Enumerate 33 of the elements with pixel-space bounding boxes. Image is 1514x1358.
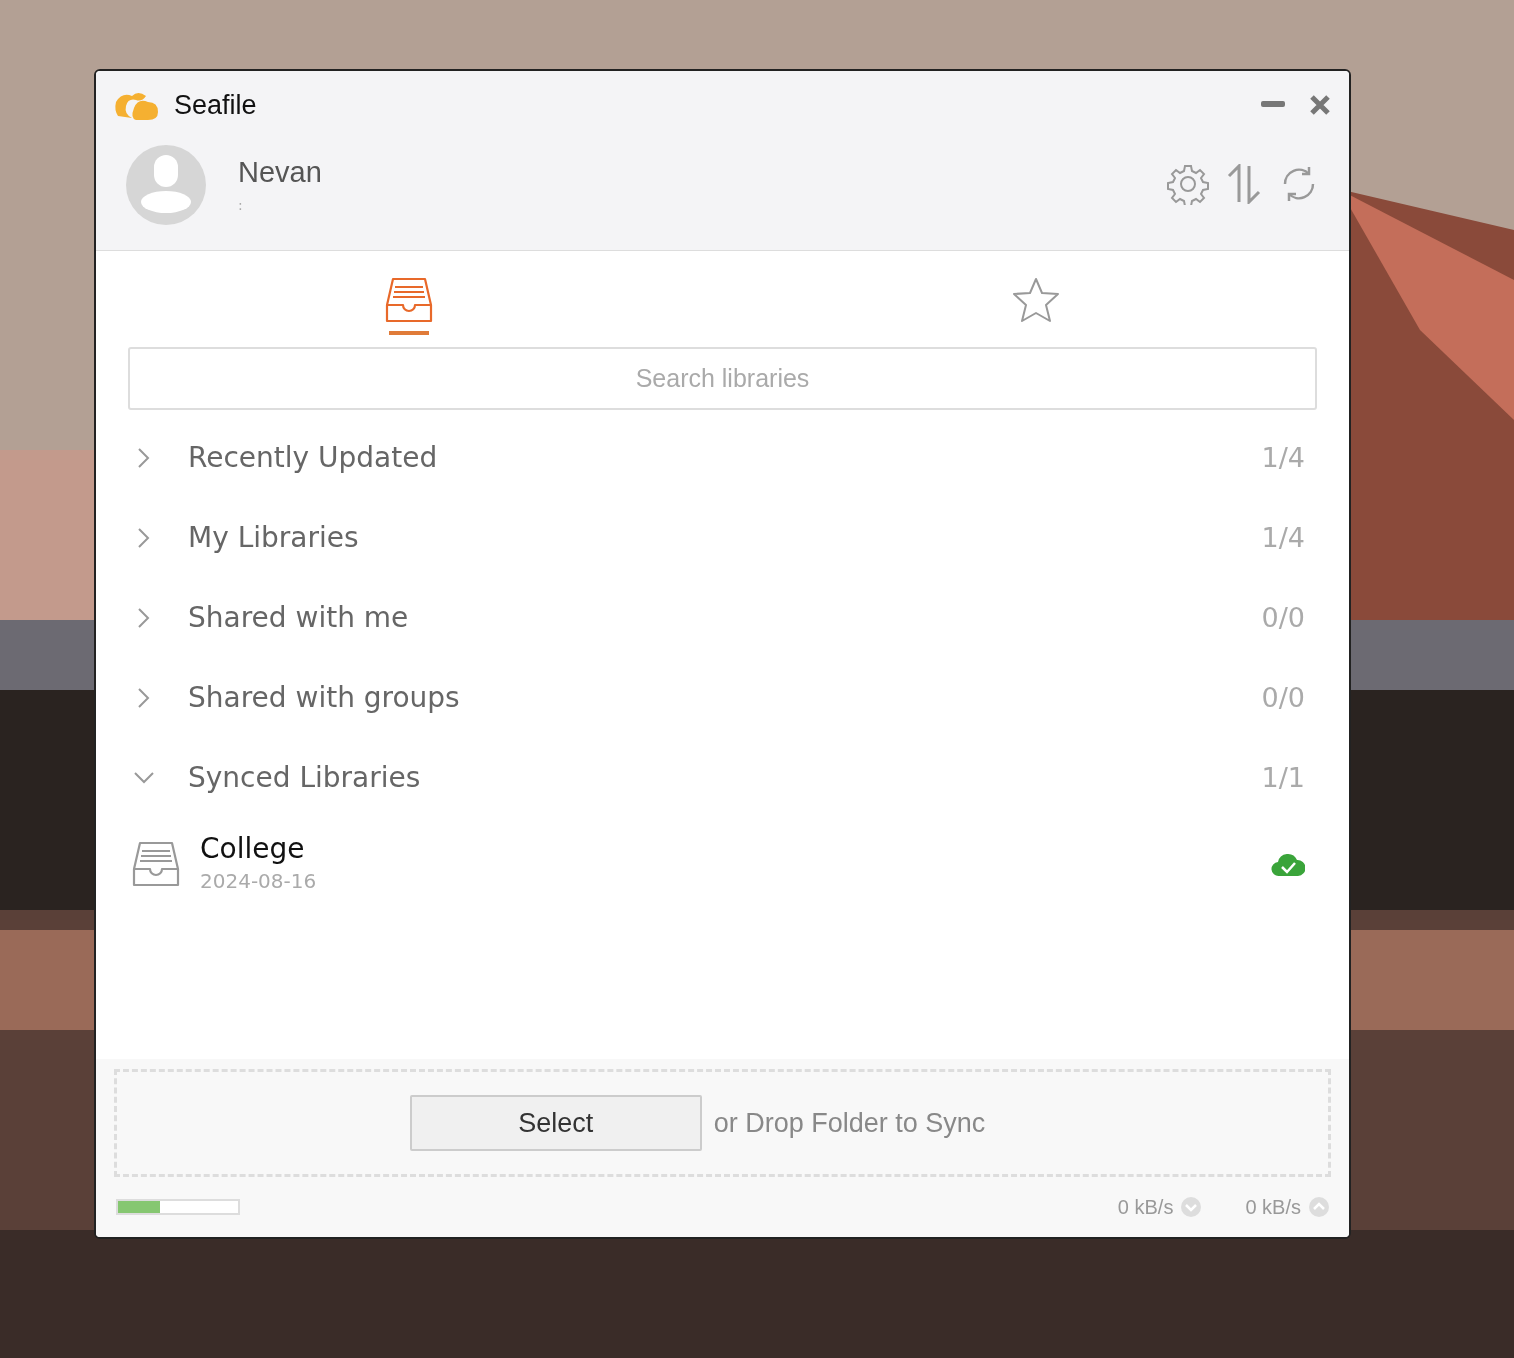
download-icon — [1181, 1197, 1202, 1217]
category-row[interactable]: Recently Updated 1/4 — [96, 418, 1349, 498]
window-title: Seafile — [174, 88, 257, 122]
select-button[interactable]: Select — [409, 1095, 702, 1151]
drop-hint: or Drop Folder to Sync — [713, 1106, 986, 1140]
library-name[interactable]: College — [200, 832, 1271, 866]
category-count: 1/4 — [1261, 520, 1305, 555]
category-count: 1/4 — [1261, 440, 1305, 475]
category-count: 0/0 — [1261, 600, 1305, 635]
upload-rate: 0 kB/s — [1245, 1195, 1301, 1220]
category-count: 1/1 — [1261, 760, 1305, 795]
category-count: 0/0 — [1261, 680, 1305, 715]
category-label: Shared with groups — [188, 680, 461, 716]
minimize-button[interactable] — [1261, 101, 1285, 109]
category-row[interactable]: Shared with me 0/0 — [96, 578, 1349, 658]
account-server: : — [238, 195, 244, 215]
category-label: Recently Updated — [188, 440, 439, 476]
account-name: Nevan — [238, 155, 322, 190]
library-icon — [132, 841, 180, 887]
upload-icon — [1309, 1197, 1329, 1217]
search-field[interactable]: Search libraries — [128, 347, 1317, 410]
library-date: 2024-08-16 — [200, 867, 318, 895]
category-label: My Libraries — [188, 520, 360, 556]
category-row[interactable]: Shared with groups 0/0 — [96, 658, 1349, 738]
category-row[interactable]: My Libraries 1/4 — [96, 498, 1349, 578]
download-rate: 0 kB/s — [1117, 1195, 1174, 1220]
category-label: Synced Libraries — [188, 760, 422, 796]
category-row[interactable]: Synced Libraries 1/1 — [96, 738, 1349, 818]
avatar-icon — [126, 145, 206, 225]
settings-button[interactable] — [1167, 163, 1209, 205]
transfer-button[interactable] — [1225, 164, 1263, 204]
close-button[interactable] — [1309, 94, 1331, 116]
category-label: Shared with me — [188, 600, 410, 636]
